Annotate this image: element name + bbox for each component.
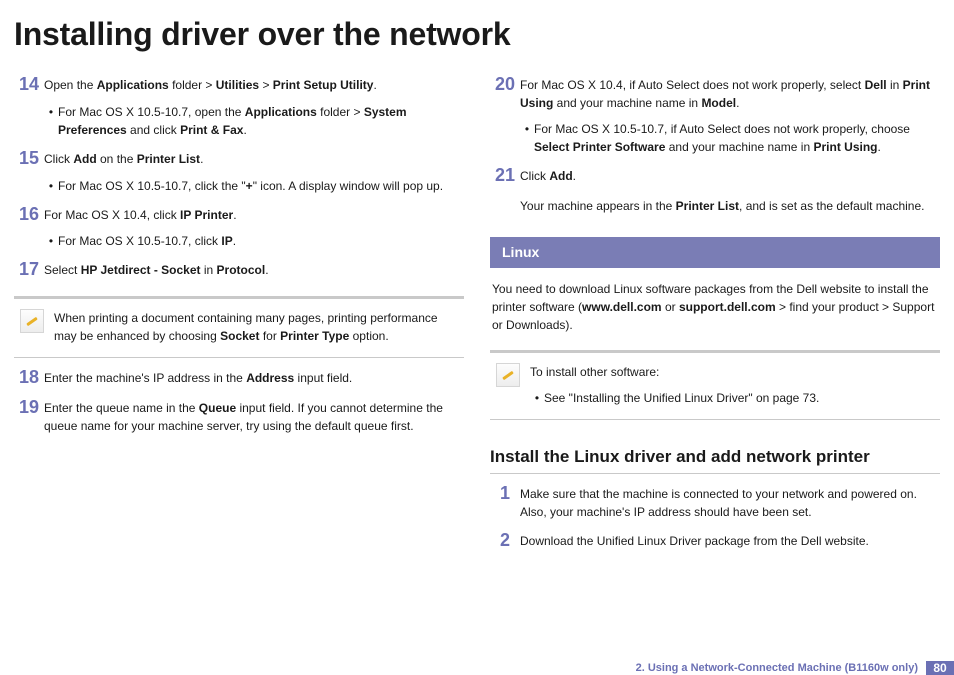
step-21: 21Click Add.	[490, 166, 940, 186]
step-19: 19Enter the queue name in the Queue inpu…	[14, 398, 464, 435]
step-number: 17	[14, 260, 44, 280]
step-sub-body: For Mac OS X 10.5-10.7, if Auto Select d…	[534, 120, 940, 156]
step-body: Download the Unified Linux Driver packag…	[520, 531, 940, 551]
step-number: 20	[490, 75, 520, 112]
step-number: 21	[490, 166, 520, 186]
step-body: For Mac OS X 10.4, if Auto Select does n…	[520, 75, 940, 112]
step-body: For Mac OS X 10.4, click IP Printer.	[44, 205, 464, 225]
step-sub: •For Mac OS X 10.5-10.7, click the "+" i…	[44, 177, 464, 195]
bullet-icon: •	[530, 389, 544, 407]
step-number: 18	[14, 368, 44, 388]
step-number: 14	[14, 75, 44, 95]
step-body: Enter the queue name in the Queue input …	[44, 398, 464, 435]
step-number: 1	[490, 484, 520, 521]
step-body: Open the Applications folder > Utilities…	[44, 75, 464, 95]
step-number: 2	[490, 531, 520, 551]
linux-paragraph: You need to download Linux software pack…	[490, 280, 940, 334]
bullet-icon: •	[44, 177, 58, 195]
step-body: Click Add on the Printer List.	[44, 149, 464, 169]
note-lead: To install other software:	[530, 363, 934, 381]
step-body: Click Add.	[520, 166, 940, 186]
note-text: When printing a document containing many…	[54, 309, 458, 345]
step-sub: •For Mac OS X 10.5-10.7, click IP.	[44, 232, 464, 250]
note-box-linux: To install other software: •See "Install…	[490, 350, 940, 420]
step-sub-body: For Mac OS X 10.5-10.7, open the Applica…	[58, 103, 464, 139]
step-2: 2Download the Unified Linux Driver packa…	[490, 531, 940, 551]
page-number-badge: 80	[926, 661, 954, 675]
section-heading-linux: Linux	[490, 237, 940, 268]
right-column: 20For Mac OS X 10.4, if Auto Select does…	[490, 65, 940, 551]
bullet-icon: •	[44, 232, 58, 250]
step-18: 18Enter the machine's IP address in the …	[14, 368, 464, 388]
step-body: Make sure that the machine is connected …	[520, 484, 940, 521]
note-box: When printing a document containing many…	[14, 296, 464, 358]
note-text: To install other software: •See "Install…	[530, 363, 934, 407]
two-column-layout: 14Open the Applications folder > Utiliti…	[0, 61, 954, 551]
step-number: 15	[14, 149, 44, 169]
step-sub-body: For Mac OS X 10.5-10.7, click IP.	[58, 232, 464, 250]
step-1: 1Make sure that the machine is connected…	[490, 484, 940, 521]
footer-chapter: 2. Using a Network-Connected Machine (B1…	[628, 661, 926, 675]
step-15: 15Click Add on the Printer List.	[14, 149, 464, 169]
step-14: 14Open the Applications folder > Utiliti…	[14, 75, 464, 95]
step-number: 16	[14, 205, 44, 225]
note-sub: See "Installing the Unified Linux Driver…	[544, 389, 934, 407]
bullet-icon: •	[44, 103, 58, 139]
step-20: 20For Mac OS X 10.4, if Auto Select does…	[490, 75, 940, 112]
step-body: Enter the machine's IP address in the Ad…	[44, 368, 464, 388]
step-extra: Your machine appears in the Printer List…	[520, 196, 940, 215]
note-icon	[20, 309, 44, 333]
page-footer: 2. Using a Network-Connected Machine (B1…	[628, 661, 954, 675]
step-body: Select HP Jetdirect - Socket in Protocol…	[44, 260, 464, 280]
step-sub-body: For Mac OS X 10.5-10.7, click the "+" ic…	[58, 177, 464, 195]
bullet-icon: •	[520, 120, 534, 156]
step-16: 16For Mac OS X 10.4, click IP Printer.	[14, 205, 464, 225]
left-column: 14Open the Applications folder > Utiliti…	[14, 65, 464, 551]
page-title: Installing driver over the network	[0, 0, 954, 61]
subheading-install-linux: Install the Linux driver and add network…	[490, 444, 940, 475]
note-icon	[496, 363, 520, 387]
step-sub: •For Mac OS X 10.5-10.7, open the Applic…	[44, 103, 464, 139]
step-sub: •For Mac OS X 10.5-10.7, if Auto Select …	[520, 120, 940, 156]
step-17: 17Select HP Jetdirect - Socket in Protoc…	[14, 260, 464, 280]
step-number: 19	[14, 398, 44, 435]
